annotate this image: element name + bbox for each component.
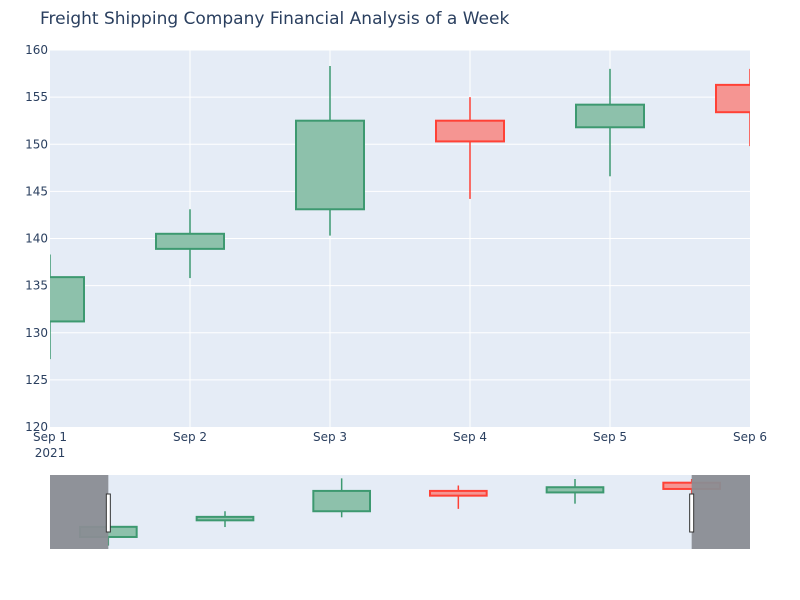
y-tick-label: 125 xyxy=(25,373,48,387)
candle-body xyxy=(155,232,225,250)
y-tick-label: 130 xyxy=(25,326,48,340)
candle-body xyxy=(435,119,505,143)
candle-body xyxy=(715,83,750,114)
main-plot: 120125130135140145150155160Sep 1 Sep 2 Sep… xyxy=(25,43,767,460)
x-tick-label: Sep 4 xyxy=(453,430,487,444)
y-tick-label: 160 xyxy=(25,43,48,57)
rangeslider-candle-body xyxy=(195,515,255,522)
rangeslider-mask-right xyxy=(691,475,750,549)
y-tick-label: 135 xyxy=(25,279,48,293)
y-tick-label: 155 xyxy=(25,90,48,104)
x-tick-label: Sep 6 xyxy=(733,430,767,444)
rangeslider-candle-body xyxy=(545,486,605,494)
rangeslider-background xyxy=(50,475,750,549)
y-tick-label: 150 xyxy=(25,137,48,151)
candle-body xyxy=(295,119,365,211)
y-tick-label: 145 xyxy=(25,184,48,198)
x-tick-label: Sep 5 xyxy=(593,430,627,444)
candle-body xyxy=(575,103,645,129)
x-tick-label: Sep 1 xyxy=(33,430,67,444)
range-slider[interactable] xyxy=(50,475,750,549)
x-tick-label: Sep 2 xyxy=(173,430,207,444)
rangeslider-handle-right[interactable] xyxy=(689,493,695,533)
x-tick-label: Sep 3 xyxy=(313,430,347,444)
x-year-label: 2021 xyxy=(35,446,66,460)
y-tick-label: 140 xyxy=(25,232,48,246)
rangeslider-mask-left xyxy=(50,475,109,549)
rangeslider-candle-body xyxy=(429,489,488,497)
rangeslider-handle-left[interactable] xyxy=(105,493,111,533)
candlestick-chart: 120125130135140145150155160Sep 1 Sep 2 Sep… xyxy=(25,43,767,549)
rangeslider-candle-body xyxy=(312,489,372,513)
chart-root: Freight Shipping Company Financial Analy… xyxy=(0,0,800,600)
